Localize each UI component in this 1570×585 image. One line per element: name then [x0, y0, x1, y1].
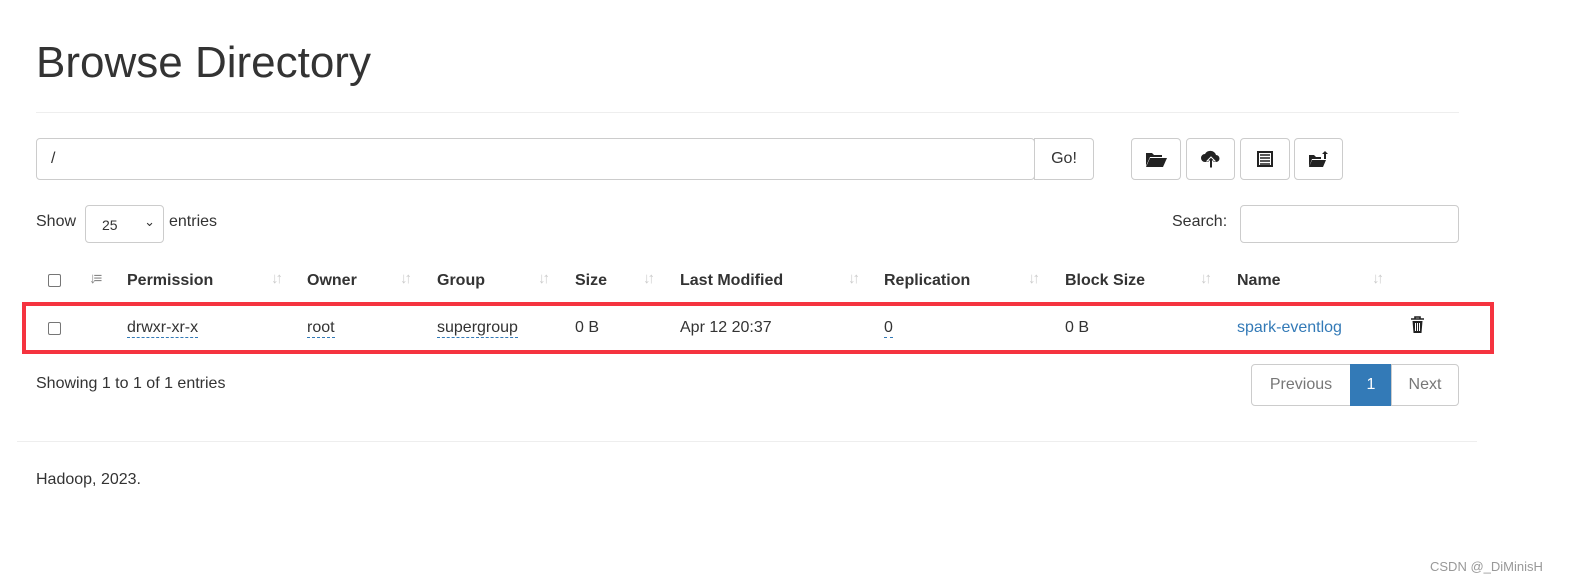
previous-button[interactable]: Previous — [1251, 364, 1351, 406]
last-modified-cell: Apr 12 20:37 — [680, 319, 772, 336]
move-button[interactable] — [1294, 138, 1343, 180]
sort-icon[interactable]: ↓≡ — [89, 270, 102, 287]
sort-icon[interactable]: ↓↑ — [1028, 270, 1040, 287]
replication-cell[interactable]: 0 — [884, 319, 893, 338]
select-all-checkbox[interactable] — [48, 274, 61, 287]
divider — [17, 441, 1477, 442]
col-name[interactable]: Name — [1237, 272, 1281, 290]
page-title: Browse Directory — [36, 38, 371, 87]
col-last-modified[interactable]: Last Modified — [680, 272, 783, 290]
entries-value: 25 — [102, 217, 118, 233]
folder-open-icon — [1146, 153, 1167, 167]
create-directory-button[interactable] — [1131, 138, 1181, 180]
search-input[interactable] — [1240, 205, 1459, 243]
entries-label: entries — [169, 213, 218, 230]
sort-icon[interactable]: ↓↑ — [1372, 270, 1384, 287]
sort-icon[interactable]: ↓↑ — [1200, 270, 1212, 287]
col-replication[interactable]: Replication — [884, 272, 970, 290]
sort-icon[interactable]: ↓↑ — [643, 270, 655, 287]
next-button[interactable]: Next — [1391, 364, 1459, 406]
name-link[interactable]: spark-eventlog — [1237, 319, 1342, 337]
sort-icon[interactable]: ↓↑ — [848, 270, 860, 287]
cloud-upload-icon — [1200, 150, 1219, 169]
go-button[interactable]: Go! — [1034, 138, 1094, 180]
row-checkbox[interactable] — [48, 322, 61, 335]
folder-upload-icon — [1308, 151, 1328, 167]
show-label: Show — [36, 213, 77, 230]
size-cell: 0 B — [575, 319, 600, 336]
table-info: Showing 1 to 1 of 1 entries — [36, 375, 226, 392]
watermark: CSDN @_DiMinisH — [1430, 559, 1543, 574]
list-icon — [1257, 151, 1273, 167]
chevron-down-icon: ⌄ — [144, 214, 155, 229]
sort-icon[interactable]: ↓↑ — [538, 270, 550, 287]
col-permission[interactable]: Permission — [127, 272, 213, 290]
sort-icon[interactable]: ↓↑ — [400, 270, 412, 287]
permission-cell[interactable]: drwxr-xr-x — [127, 319, 199, 338]
col-group[interactable]: Group — [437, 272, 485, 290]
group-cell[interactable]: supergroup — [437, 319, 518, 338]
path-input[interactable]: / — [36, 138, 1035, 180]
col-owner[interactable]: Owner — [307, 272, 357, 290]
col-block-size[interactable]: Block Size — [1065, 272, 1145, 290]
cut-paste-button[interactable] — [1240, 138, 1290, 180]
path-value: / — [51, 150, 56, 167]
divider — [36, 112, 1459, 113]
sort-icon[interactable]: ↓↑ — [271, 270, 283, 287]
owner-cell[interactable]: root — [307, 319, 335, 338]
entries-select[interactable]: 25 ⌄ — [85, 205, 164, 243]
page-1-button[interactable]: 1 — [1350, 364, 1392, 406]
block-size-cell: 0 B — [1065, 319, 1090, 336]
col-size[interactable]: Size — [575, 272, 607, 290]
trash-icon[interactable] — [1410, 316, 1425, 334]
upload-button[interactable] — [1186, 138, 1235, 180]
search-label: Search: — [1172, 213, 1228, 230]
footer-text: Hadoop, 2023. — [36, 471, 141, 488]
